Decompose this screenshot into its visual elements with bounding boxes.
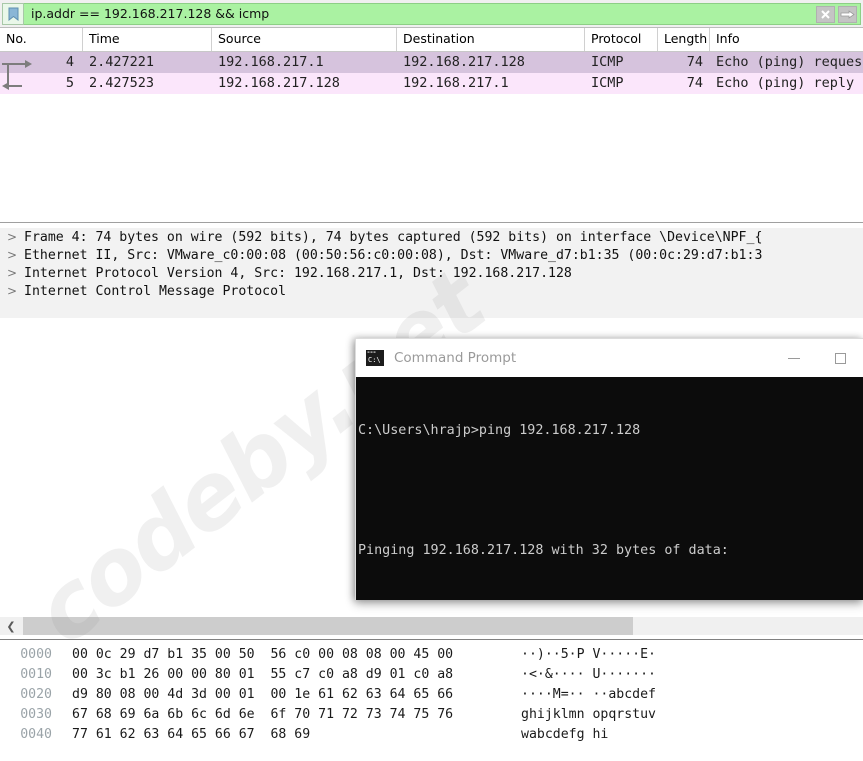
cell-length: 74: [686, 54, 703, 70]
cell-source: 192.168.217.1: [218, 54, 324, 70]
window-title: Command Prompt: [394, 350, 517, 366]
cell-no: 5: [65, 75, 74, 91]
cell-protocol: ICMP: [591, 54, 624, 70]
column-header-destination[interactable]: Destination: [397, 28, 585, 51]
cell-time: 2.427523: [89, 75, 155, 91]
detail-row-label: Internet Protocol Version 4, Src: 192.16…: [24, 265, 572, 281]
hex-bytes: 00 0c 29 d7 b1 35 00 50 56 c0 00 08 08 0…: [72, 647, 454, 662]
wireshark-window: ip.addr == 192.168.217.128 && icmp No. T…: [0, 0, 863, 761]
console-output[interactable]: C:\Users\hrajp>ping 192.168.217.128 Ping…: [356, 377, 863, 600]
cell-info: Echo (ping) request: [716, 54, 863, 70]
hex-offset: 0000: [20, 647, 52, 662]
detail-row-frame[interactable]: > Frame 4: 74 bytes on wire (592 bits), …: [0, 228, 863, 246]
hex-ascii: ····M=·· ··abcdef: [521, 687, 656, 702]
chevron-right-icon[interactable]: >: [0, 284, 24, 298]
cell-info: Echo (ping) reply: [716, 75, 855, 91]
hex-row: 0020 d9 80 08 00 4d 3d 00 01 00 1e 61 62…: [0, 685, 863, 705]
arrow-right-glyph: [840, 9, 855, 19]
hex-bytes: 00 3c b1 26 00 00 80 01 55 c7 c0 a8 d9 0…: [72, 667, 454, 682]
column-header-source[interactable]: Source: [212, 28, 397, 51]
command-prompt-window[interactable]: C:\ Command Prompt C:\Users\hrajp>ping 1…: [355, 338, 863, 600]
command-prompt-icon: C:\: [366, 350, 384, 366]
hex-ascii: wabcdefg hi: [521, 727, 609, 742]
scrollbar-track[interactable]: ❮: [0, 617, 863, 635]
cell-protocol: ICMP: [591, 75, 624, 91]
chevron-right-icon[interactable]: >: [0, 248, 24, 262]
cell-destination: 192.168.217.128: [403, 54, 525, 70]
detail-row-ipv4[interactable]: > Internet Protocol Version 4, Src: 192.…: [0, 264, 863, 282]
hex-bytes: d9 80 08 00 4d 3d 00 01 00 1e 61 62 63 6…: [72, 687, 454, 702]
detail-row-label: Ethernet II, Src: VMware_c0:00:08 (00:50…: [24, 247, 763, 263]
console-line: Pinging 192.168.217.128 with 32 bytes of…: [358, 543, 729, 558]
display-filter-input[interactable]: ip.addr == 192.168.217.128 && icmp: [24, 2, 861, 25]
column-header-protocol[interactable]: Protocol: [585, 28, 658, 51]
detail-row-label: Internet Control Message Protocol: [24, 283, 287, 299]
detail-row-ethernet[interactable]: > Ethernet II, Src: VMware_c0:00:08 (00:…: [0, 246, 863, 264]
detail-row-label: Frame 4: 74 bytes on wire (592 bits), 74…: [24, 229, 763, 245]
cell-time: 2.427221: [89, 54, 155, 70]
packet-list-header: No. Time Source Destination Protocol Len…: [0, 28, 863, 52]
column-header-time[interactable]: Time: [83, 28, 212, 51]
display-filter-bar: ip.addr == 192.168.217.128 && icmp: [0, 0, 863, 28]
hex-row: 0000 00 0c 29 d7 b1 35 00 50 56 c0 00 08…: [0, 645, 863, 665]
hex-bytes: 67 68 69 6a 6b 6c 6d 6e 6f 70 71 72 73 7…: [72, 707, 454, 722]
svg-text:C:\: C:\: [368, 356, 381, 364]
bookmark-glyph: [8, 7, 18, 21]
maximize-icon[interactable]: [817, 339, 863, 377]
table-row[interactable]: 5 2.427523 192.168.217.128 192.168.217.1…: [0, 73, 863, 94]
cell-destination: 192.168.217.1: [403, 75, 509, 91]
filter-bar-buttons: [816, 5, 857, 23]
chevron-right-icon[interactable]: >: [0, 230, 24, 244]
chevron-right-icon[interactable]: >: [0, 266, 24, 280]
table-row[interactable]: 4 2.427221 192.168.217.1 192.168.217.128…: [0, 52, 863, 73]
packet-bytes-pane[interactable]: 0000 00 0c 29 d7 b1 35 00 50 56 c0 00 08…: [0, 641, 863, 761]
column-header-length[interactable]: Length: [658, 28, 710, 51]
hex-bytes: 77 61 62 63 64 65 66 67 68 69: [72, 727, 311, 742]
cell-source: 192.168.217.128: [218, 75, 340, 91]
hex-ascii: ghijklmn opqrstuv: [521, 707, 656, 722]
hex-ascii: ·<·&···· U·······: [521, 667, 656, 682]
column-header-no[interactable]: No.: [0, 28, 83, 51]
hex-offset: 0020: [20, 687, 52, 702]
hex-ascii: ··)··5·P V·····E·: [521, 647, 656, 662]
hex-row: 0030 67 68 69 6a 6b 6c 6d 6e 6f 70 71 72…: [0, 705, 863, 725]
bookmark-icon[interactable]: [2, 2, 24, 25]
column-header-info[interactable]: Info: [710, 28, 863, 51]
console-line: C:\Users\hrajp>ping 192.168.217.128: [358, 423, 641, 438]
x-clear-icon[interactable]: [816, 5, 835, 23]
display-filter-text: ip.addr == 192.168.217.128 && icmp: [31, 6, 270, 21]
hex-offset: 0040: [20, 727, 52, 742]
packet-list-pane[interactable]: No. Time Source Destination Protocol Len…: [0, 28, 863, 223]
detail-row-icmp[interactable]: > Internet Control Message Protocol: [0, 282, 863, 300]
hex-row: 0040 77 61 62 63 64 65 66 67 68 69 wabcd…: [0, 725, 863, 745]
cell-length: 74: [686, 75, 703, 91]
chevron-left-icon[interactable]: ❮: [0, 617, 22, 635]
command-prompt-titlebar[interactable]: C:\ Command Prompt: [356, 339, 863, 377]
x-glyph: [821, 9, 830, 19]
hex-offset: 0030: [20, 707, 52, 722]
cell-no: 4: [65, 54, 74, 70]
arrow-apply-icon[interactable]: [838, 5, 857, 23]
hex-row: 0010 00 3c b1 26 00 00 80 01 55 c7 c0 a8…: [0, 665, 863, 685]
packet-details-pane[interactable]: > Frame 4: 74 bytes on wire (592 bits), …: [0, 228, 863, 318]
details-horizontal-scrollbar[interactable]: ❮: [0, 612, 863, 640]
minimize-icon[interactable]: [771, 339, 817, 377]
hex-offset: 0010: [20, 667, 52, 682]
scrollbar-thumb[interactable]: [23, 617, 633, 635]
